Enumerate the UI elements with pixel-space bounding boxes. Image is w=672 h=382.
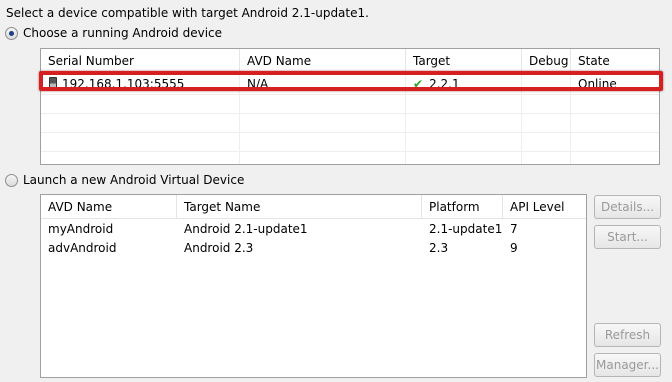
launch-avd-radio[interactable]: Launch a new Android Virtual Device (5, 173, 244, 187)
device-debug (522, 73, 571, 95)
avd-target-name: Android 2.3 (184, 241, 254, 255)
device-row[interactable]: 192.168.1.103:5555 N/A ✔ 2.2.1 Online (41, 73, 659, 95)
phone-icon (49, 77, 57, 90)
device-avd-name: N/A (240, 73, 406, 95)
column-platform[interactable]: Platform (422, 195, 503, 219)
radio-selected-icon[interactable] (5, 26, 18, 40)
avd-platform: 2.3 (429, 241, 449, 255)
empty-row (41, 114, 659, 133)
avd-table-header: AVD Name Target Name Platform API Level (41, 195, 586, 219)
column-target[interactable]: Target (406, 49, 522, 73)
refresh-button[interactable]: Refresh (594, 323, 661, 347)
device-state: Online (571, 73, 659, 95)
avd-name: advAndroid (48, 241, 117, 255)
avd-api-level: 7 (510, 222, 518, 236)
device-target: 2.2.1 (429, 77, 460, 91)
avd-target-name: Android 2.1-update1 (184, 222, 308, 236)
avd-row[interactable]: advAndroid Android 2.3 2.3 9 (41, 239, 586, 258)
device-serial: 192.168.1.103:5555 (62, 77, 185, 91)
manager-button[interactable]: Manager... (594, 353, 661, 377)
column-avd-name[interactable]: AVD Name (41, 195, 177, 219)
empty-row (41, 95, 659, 114)
choose-running-device-label: Choose a running Android device (23, 26, 223, 40)
column-avd-name[interactable]: AVD Name (240, 49, 406, 73)
details-button[interactable]: Details... (594, 195, 661, 219)
launch-avd-label: Launch a new Android Virtual Device (23, 173, 245, 187)
choose-running-device-radio[interactable]: Choose a running Android device (5, 26, 222, 40)
avd-row[interactable]: myAndroid Android 2.1-update1 2.1-update… (41, 220, 586, 239)
column-target-name[interactable]: Target Name (177, 195, 422, 219)
device-serial-cell: 192.168.1.103:5555 (41, 73, 240, 95)
start-button[interactable]: Start... (594, 225, 661, 249)
avd-name: myAndroid (48, 222, 114, 236)
column-state[interactable]: State (571, 49, 659, 73)
avd-table: AVD Name Target Name Platform API Level … (40, 194, 587, 378)
column-debug[interactable]: Debug (522, 49, 571, 73)
column-api-level[interactable]: API Level (503, 195, 586, 219)
device-target-cell: ✔ 2.2.1 (406, 73, 522, 95)
empty-row (41, 133, 659, 152)
empty-row (41, 152, 659, 164)
device-table: Serial Number AVD Name Target Debug Stat… (40, 48, 660, 165)
column-serial-number[interactable]: Serial Number (41, 49, 240, 73)
checkmark-icon: ✔ (413, 77, 424, 91)
radio-unselected-icon[interactable] (5, 173, 18, 187)
device-table-header: Serial Number AVD Name Target Debug Stat… (41, 49, 659, 73)
dialog-prompt: Select a device compatible with target A… (6, 6, 369, 20)
avd-platform: 2.1-update1 (429, 222, 503, 236)
avd-api-level: 9 (510, 241, 518, 255)
